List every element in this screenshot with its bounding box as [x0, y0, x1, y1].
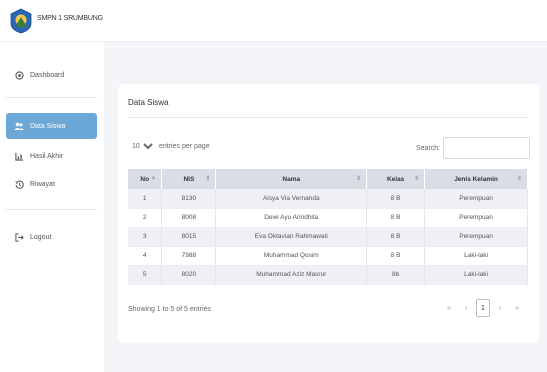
sidebar-item-label: Dashboard: [30, 71, 65, 79]
top-bar: SMPN 1 SRUMBUNG: [0, 0, 547, 42]
cell-jenis-kelamin: Laki-laki: [424, 265, 528, 285]
cell-nama: Dewi Ayu Arindhita: [215, 208, 368, 228]
search-label: Search:: [416, 144, 441, 152]
cell-nama: Muhammad Aziz Masrur: [215, 265, 368, 285]
logout-icon: [14, 232, 24, 242]
cell-kelas: 8b: [366, 265, 426, 285]
next-page-button[interactable]: ›: [493, 299, 507, 317]
table-info: Showing 1 to 5 of 5 entries: [128, 306, 211, 313]
first-page-button[interactable]: «: [442, 299, 456, 317]
brand-name: SMPN 1 SRUMBUNG: [37, 15, 103, 22]
sort-icon: ▲: [150, 175, 157, 181]
sidebar: Dashboard Data Siswa Hasil Akhir Riwayat…: [0, 42, 104, 372]
sidebar-item-label: Logout: [30, 233, 52, 241]
table-row: 2 8008 Dewi Ayu Arindhita 8 B Perempuan: [128, 208, 528, 228]
search-input[interactable]: [443, 137, 531, 159]
cell-kelas: 8 B: [366, 189, 426, 209]
sidebar-item-data-siswa[interactable]: Data Siswa: [6, 113, 97, 139]
sort-icon: ⇕: [205, 176, 211, 182]
table-row: 1 8130 Aisya Via Vernanda 8 B Perempuan: [128, 189, 528, 209]
sidebar-item-logout[interactable]: Logout: [6, 224, 97, 250]
sidebar-divider: [6, 209, 97, 210]
table-row: 3 8015 Eva Oktavian Rahmawati 8 B Peremp…: [128, 227, 528, 247]
table-header-row: No ▲ NIS ⇕ Nama ⇕ Kelas ⇕ Jenis Kelamin ⇕: [128, 169, 528, 189]
history-icon: [14, 179, 24, 189]
sidebar-item-label: Hasil Akhir: [30, 152, 64, 160]
sidebar-item-dashboard[interactable]: Dashboard: [6, 62, 97, 88]
cell-nama: Aisya Via Vernanda: [215, 189, 368, 209]
cell-jenis-kelamin: Perempuan: [424, 208, 528, 228]
table-row: 5 8020 Muhammad Aziz Masrur 8b Laki-laki: [128, 265, 528, 285]
users-icon: [14, 121, 24, 131]
sidebar-item-label: Data Siswa: [30, 122, 66, 130]
cell-no: 3: [128, 227, 163, 247]
entries-label: entries per page: [159, 143, 210, 150]
sidebar-divider: [6, 97, 97, 98]
column-header-nis[interactable]: NIS ⇕: [161, 169, 217, 189]
column-header-jenis-kelamin[interactable]: Jenis Kelamin ⇕: [424, 169, 528, 189]
data-siswa-card: Data Siswa 10 entries per page Search: N…: [118, 84, 539, 343]
sidebar-item-riwayat[interactable]: Riwayat: [6, 171, 97, 197]
sidebar-item-hasil-akhir[interactable]: Hasil Akhir: [6, 143, 97, 169]
entries-per-page: 10 entries per page: [128, 142, 210, 151]
cell-nis: 7988: [161, 246, 217, 266]
sort-icon: ⇕: [516, 176, 522, 182]
column-header-no[interactable]: No ▲: [128, 169, 163, 189]
school-logo-icon: [10, 8, 32, 34]
sort-icon: ⇕: [414, 176, 420, 182]
sidebar-item-label: Riwayat: [30, 180, 55, 188]
cell-no: 5: [128, 265, 163, 285]
cell-nama: Muhammad Qosim: [215, 246, 368, 266]
prev-page-button[interactable]: ‹: [459, 299, 473, 317]
page-1-button[interactable]: 1: [476, 299, 490, 317]
cell-jenis-kelamin: Perempuan: [424, 227, 528, 247]
last-page-button[interactable]: »: [510, 299, 524, 317]
cell-nis: 8015: [161, 227, 217, 247]
cell-nis: 8130: [161, 189, 217, 209]
cell-no: 1: [128, 189, 163, 209]
column-header-kelas[interactable]: Kelas ⇕: [366, 169, 426, 189]
palette-icon: [14, 70, 24, 80]
chart-icon: [14, 151, 24, 161]
card-divider: [128, 117, 528, 118]
cell-nis: 8008: [161, 208, 217, 228]
cell-kelas: 8 B: [366, 246, 426, 266]
cell-jenis-kelamin: Laki-laki: [424, 246, 528, 266]
table-row: 4 7988 Muhammad Qosim 8 B Laki-laki: [128, 246, 528, 266]
entries-select[interactable]: 10: [128, 142, 156, 151]
column-header-nama[interactable]: Nama ⇕: [215, 169, 368, 189]
students-table: No ▲ NIS ⇕ Nama ⇕ Kelas ⇕ Jenis Kelamin ⇕ 1 8…: [128, 169, 528, 285]
cell-kelas: 8 B: [366, 227, 426, 247]
card-title: Data Siswa: [128, 98, 169, 107]
cell-nama: Eva Oktavian Rahmawati: [215, 227, 368, 247]
search-box: Search:: [416, 137, 531, 159]
cell-jenis-kelamin: Perempuan: [424, 189, 528, 209]
cell-nis: 8020: [161, 265, 217, 285]
cell-no: 2: [128, 208, 163, 228]
pagination: « ‹ 1 › »: [439, 299, 524, 317]
cell-no: 4: [128, 246, 163, 266]
sort-icon: ⇕: [356, 176, 362, 182]
cell-kelas: 8 B: [366, 208, 426, 228]
